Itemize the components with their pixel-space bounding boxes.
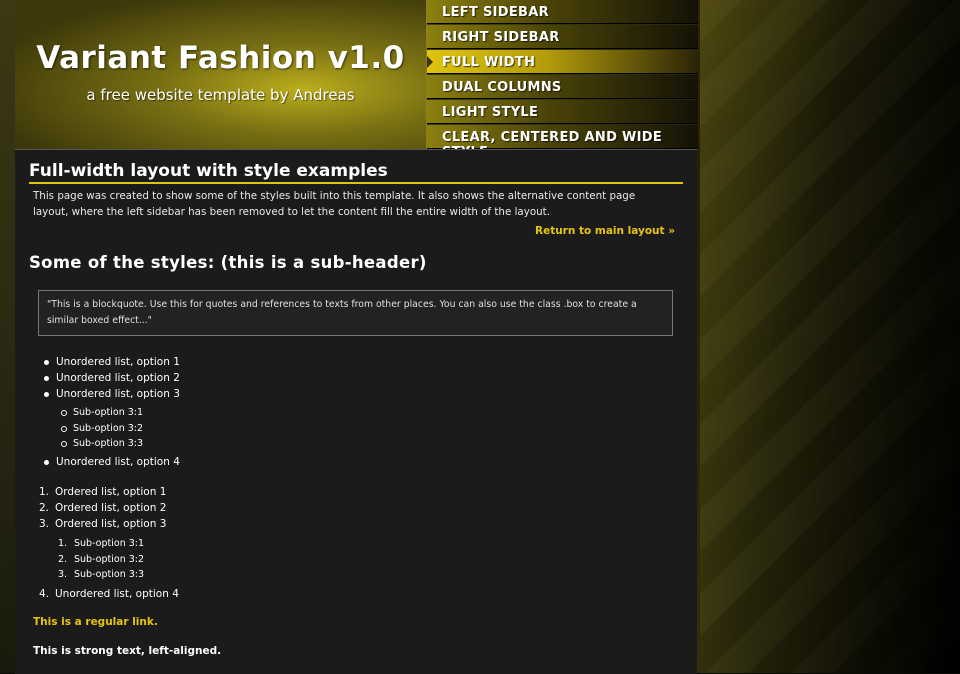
list-item-label: Sub-option 3:1 (74, 538, 145, 549)
list-item: Unordered list, option 3 (41, 386, 180, 402)
site-tagline: a free website template by Andreas (86, 86, 355, 104)
list-item-label: Unordered list, option 4 (55, 588, 179, 600)
site-header: Variant Fashion v1.0 a free website temp… (15, 0, 426, 149)
intro-paragraph: This page was created to show some of th… (33, 190, 636, 218)
list-item-label: Sub-option 3:3 (74, 569, 145, 580)
main-content: Full-width layout with style examples Th… (15, 149, 697, 674)
menu-item-full-width: FULL WIDTH (427, 50, 698, 74)
menu-link-full-width[interactable]: FULL WIDTH (427, 50, 698, 70)
unordered-list-continued: Unordered list, option 4 (41, 454, 180, 470)
list-number: 2. (39, 502, 50, 514)
regular-link[interactable]: This is a regular link. (33, 616, 158, 628)
return-to-main-link[interactable]: Return to main layout » (535, 225, 675, 237)
menu-link-left-sidebar[interactable]: LEFT SIDEBAR (427, 0, 698, 20)
list-number: 4. (39, 588, 50, 600)
list-number: 1. (39, 486, 50, 498)
list-item: 1. Ordered list, option 1 (39, 484, 166, 500)
list-item-label: Sub-option 3:2 (74, 553, 145, 565)
menu-item-right-sidebar: RIGHT SIDEBAR (427, 25, 698, 49)
list-item-label: Ordered list, option 3 (55, 518, 167, 530)
menu-link-light-style[interactable]: LIGHT STYLE (427, 100, 698, 120)
sub-header: Some of the styles: (this is a sub-heade… (29, 253, 427, 272)
list-number: 3. (58, 569, 68, 580)
list-item-label: Ordered list, option 1 (55, 486, 167, 498)
unordered-list: Unordered list, option 1 Unordered list,… (41, 354, 180, 402)
left-edge-strip (0, 0, 15, 673)
ordered-list: 1. Ordered list, option 1 2. Ordered list,… (39, 484, 166, 532)
site-wrapper: Variant Fashion v1.0 a free website temp… (15, 0, 698, 674)
list-item: Sub-option 3:2 (61, 421, 143, 437)
menu-item-left-sidebar: LEFT SIDEBAR (427, 0, 698, 24)
list-item: 3. Ordered list, option 3 (39, 516, 166, 532)
menu-link-right-sidebar[interactable]: RIGHT SIDEBAR (427, 25, 698, 45)
list-item: Unordered list, option 1 (41, 354, 180, 370)
list-item: Unordered list, option 2 (41, 370, 180, 386)
menu-link-dual-columns[interactable]: DUAL COLUMNS (427, 75, 698, 95)
list-number: 2. (58, 553, 68, 565)
ordered-list-continued: 4. Unordered list, option 4 (39, 586, 179, 602)
blockquote: "This is a blockquote. Use this for quot… (38, 290, 673, 336)
main-menu: LEFT SIDEBAR RIGHT SIDEBAR FULL WIDTH DU… (426, 0, 698, 160)
list-item: Sub-option 3:3 (61, 436, 143, 452)
strong-text: This is strong text, left-aligned. (33, 645, 222, 657)
ordered-sublist: 1. Sub-option 3:1 2. Sub-option 3:2 3. Sub-… (58, 536, 144, 583)
menu-item-dual-columns: DUAL COLUMNS (427, 75, 698, 99)
list-number: 3. (39, 518, 50, 530)
menu-item-clear-centered-wide: CLEAR, CENTERED AND WIDE STYLE (427, 125, 698, 160)
page-title: Full-width layout with style examples (29, 161, 683, 184)
list-item: Unordered list, option 4 (41, 454, 180, 470)
list-item: 1. Sub-option 3:1 (58, 536, 144, 552)
list-item: 2. Ordered list, option 2 (39, 500, 166, 516)
list-item: 2. Sub-option 3:2 (58, 552, 144, 568)
menu-item-light-style: LIGHT STYLE (427, 100, 698, 124)
list-item: 4. Unordered list, option 4 (39, 586, 179, 602)
unordered-sublist: Sub-option 3:1 Sub-option 3:2 Sub-option… (61, 405, 143, 452)
list-item-label: Ordered list, option 2 (55, 502, 167, 514)
list-item: 3. Sub-option 3:3 (58, 567, 144, 583)
list-item: Sub-option 3:1 (61, 405, 143, 421)
site-title: Variant Fashion v1.0 (36, 40, 405, 76)
list-number: 1. (58, 538, 68, 549)
